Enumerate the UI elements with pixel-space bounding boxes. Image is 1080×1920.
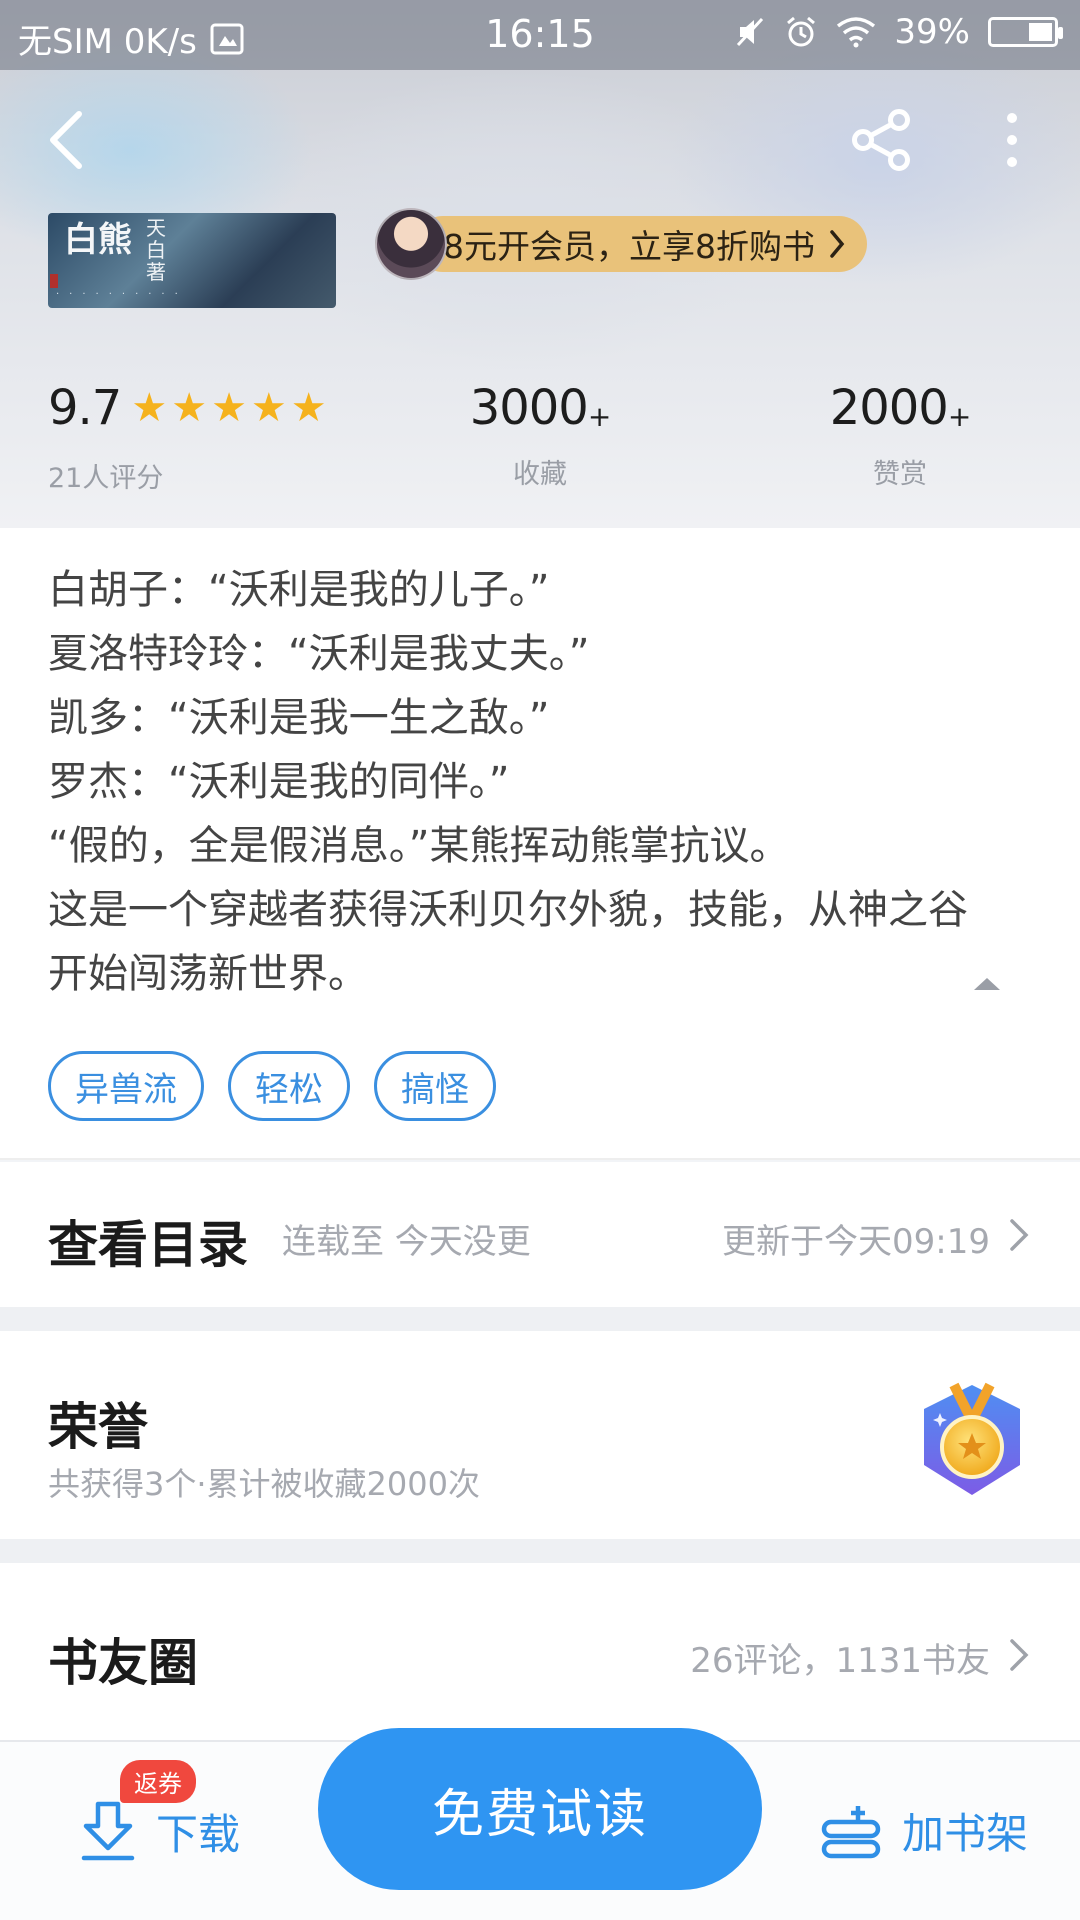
honor-row[interactable]: 荣誉 共获得3个·累计被收藏2000次	[0, 1331, 1080, 1539]
download-label: 下载	[156, 1809, 241, 1859]
avatar	[375, 208, 447, 280]
tag-chip[interactable]: 搞怪	[374, 1051, 496, 1121]
section-gap	[0, 1307, 1080, 1331]
download-button[interactable]: 下载	[80, 1800, 240, 1862]
cover-seal	[50, 274, 58, 288]
chevron-right-icon	[1010, 1639, 1029, 1671]
section-gap	[0, 1539, 1080, 1563]
wifi-icon	[837, 17, 876, 48]
book-friends-row[interactable]: 书友圈 26评论，1131书友	[0, 1563, 1080, 1743]
star-icon: ★	[211, 385, 247, 431]
reward-stat[interactable]: 2000+ 赞赏	[770, 380, 1030, 491]
intro-line: 凯多：“沃利是我一生之敌。”	[48, 695, 550, 741]
rating-stars: ★ ★ ★ ★ ★	[131, 388, 326, 428]
star-icon: ★	[131, 385, 168, 431]
rating-count: 21人评分	[48, 463, 164, 494]
share-button[interactable]	[842, 100, 922, 180]
back-button[interactable]	[30, 100, 100, 180]
status-bar: 无SIM 0K/s 16:15 39%	[0, 0, 1080, 70]
tag-list: 异兽流 轻松 搞怪	[48, 1051, 496, 1121]
mute-icon	[737, 17, 764, 47]
intro-line: 罗杰：“沃利是我的同伴。”	[48, 759, 510, 805]
intro-line: 白胡子：“沃利是我的儿子。”	[48, 567, 550, 613]
vip-banner-text: 8元开会员，立享8折购书	[443, 227, 815, 266]
share-icon	[852, 109, 910, 171]
download-icon	[81, 1801, 135, 1861]
book-intro: 白胡子：“沃利是我的儿子。” 夏洛特玲玲：“沃利是我丈夫。” 凯多：“沃利是我一…	[0, 528, 1080, 1160]
cover-decoration: ··········	[56, 289, 188, 300]
chevron-right-icon	[1010, 1219, 1029, 1251]
cover-author: 天白著	[146, 216, 166, 284]
plus-sign: +	[587, 400, 611, 433]
star-icon: ★	[171, 385, 208, 431]
battery-icon	[988, 17, 1063, 47]
collect-stat: 3000+ 收藏	[410, 380, 670, 491]
vip-banner[interactable]: 8元开会员，立享8折购书	[375, 208, 867, 280]
rating-value: 9.7	[48, 380, 122, 436]
bookshelf-add-icon	[821, 1805, 881, 1858]
reward-label: 赞赏	[873, 459, 927, 490]
star-icon: ★	[290, 385, 327, 431]
intro-text: 白胡子：“沃利是我的儿子。” 夏洛特玲玲：“沃利是我丈夫。” 凯多：“沃利是我一…	[48, 558, 1038, 1006]
catalog-row[interactable]: 查看目录 连载至 今天没更 更新于今天09:19	[0, 1162, 1080, 1307]
reward-count: 2000	[829, 380, 949, 436]
status-right: 39%	[734, 12, 1063, 52]
catalog-updated: 更新于今天09:19	[722, 1222, 990, 1262]
more-button[interactable]	[982, 100, 1042, 180]
intro-line: 开始闯荡新世界。	[48, 951, 368, 997]
add-shelf-button[interactable]: 加书架	[820, 1800, 1028, 1861]
free-read-button[interactable]: 免费试读	[318, 1728, 762, 1890]
plus-sign: +	[947, 400, 971, 433]
cover-title: 白熊	[64, 220, 132, 260]
collect-count: 3000	[469, 380, 589, 436]
divider	[0, 1158, 1080, 1160]
coupon-badge: 返券	[120, 1760, 196, 1803]
intro-line: “假的，全是假消息。”某熊挥动熊掌抗议。	[48, 823, 790, 869]
book-stats: 9.7 ★ ★ ★ ★ ★ 21人评分 3000+ 收藏 2000+ 赞赏	[0, 380, 1080, 500]
catalog-status: 连载至 今天没更	[282, 1222, 531, 1262]
tag-chip[interactable]: 异兽流	[48, 1051, 204, 1121]
honor-subtitle: 共获得3个·累计被收藏2000次	[48, 1465, 480, 1503]
medal-icon	[924, 1382, 1020, 1495]
intro-line: 夏洛特玲玲：“沃利是我丈夫。”	[48, 631, 590, 677]
honor-title: 荣誉	[48, 1397, 148, 1456]
alarm-icon	[787, 16, 816, 47]
chevron-right-icon	[830, 230, 845, 258]
friends-meta: 26评论，1131书友	[690, 1641, 990, 1681]
collapse-button[interactable]	[970, 973, 1004, 993]
battery-percent: 39%	[894, 12, 970, 52]
battery-level	[1029, 23, 1052, 41]
caret-up-icon	[974, 978, 1000, 990]
add-shelf-label: 加书架	[902, 1809, 1029, 1858]
star-icon: ★	[250, 385, 287, 431]
intro-line: 这是一个穿越者获得沃利贝尔外貌，技能，从神之谷	[48, 887, 968, 933]
book-cover[interactable]: 白熊 天白著 ··········	[48, 213, 336, 308]
rating-block[interactable]: 9.7 ★ ★ ★ ★ ★ 21人评分	[48, 380, 327, 495]
vip-pill[interactable]: 8元开会员，立享8折购书	[415, 216, 867, 272]
friends-title: 书友圈	[48, 1633, 198, 1692]
chevron-left-icon	[50, 111, 82, 169]
catalog-title: 查看目录	[48, 1215, 248, 1274]
tag-chip[interactable]: 轻松	[228, 1051, 350, 1121]
more-vertical-icon	[1007, 113, 1017, 167]
collect-label: 收藏	[513, 459, 567, 490]
book-header: 无SIM 0K/s 16:15 39% 白熊 天白著 ·········· 8元…	[0, 0, 1080, 528]
